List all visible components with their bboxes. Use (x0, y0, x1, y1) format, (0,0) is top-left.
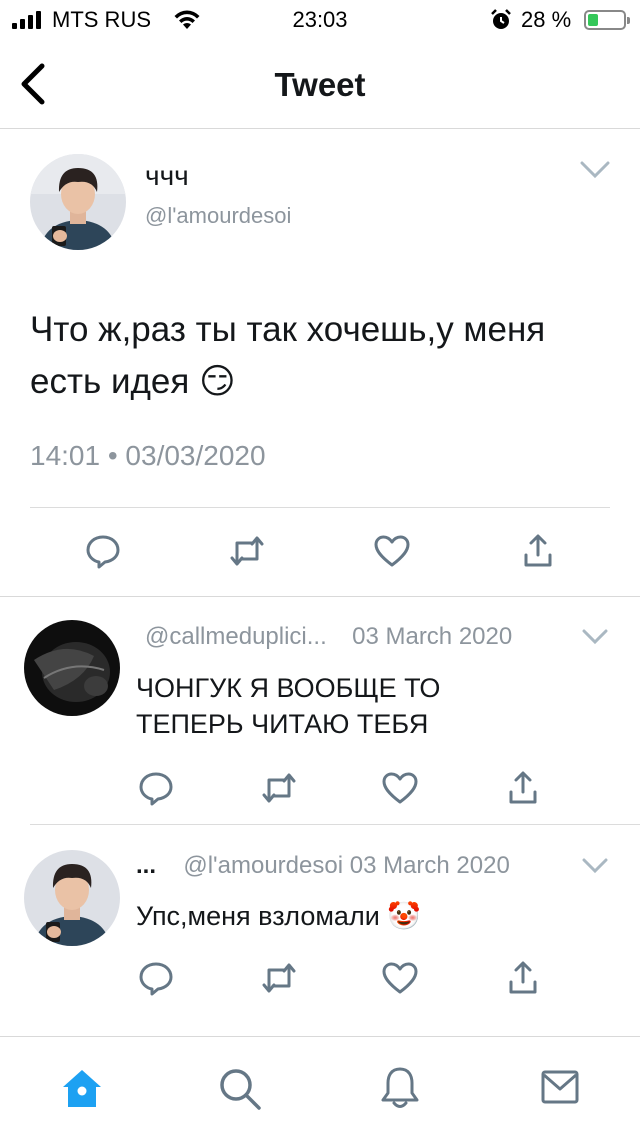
reply-icon[interactable] (85, 533, 121, 569)
like-heart-icon[interactable] (374, 535, 410, 567)
reply-header: ... @l'amourdesoi 03 March 2020 (136, 852, 510, 880)
reply-date: 03 March 2020 (349, 852, 510, 879)
battery-icon (584, 10, 630, 30)
tab-bar (0, 1037, 640, 1136)
navigation-bar: Tweet (0, 40, 640, 129)
messages-envelope-icon[interactable] (541, 1070, 579, 1104)
tweet-timestamp: 14:01 • 03/03/2020 (30, 440, 266, 471)
author-display-name[interactable]: ччч (145, 160, 189, 192)
author-avatar[interactable] (30, 154, 126, 250)
divider (0, 596, 640, 597)
divider (30, 824, 640, 825)
share-icon[interactable] (522, 533, 554, 569)
author-handle[interactable]: @l'amourdesoi (145, 203, 291, 229)
like-heart-icon[interactable] (382, 962, 418, 994)
alarm-icon (491, 9, 511, 29)
share-icon[interactable] (507, 770, 539, 806)
reply-avatar[interactable] (24, 850, 120, 946)
page-title: Tweet (274, 66, 366, 103)
reply-display-name[interactable]: ... (136, 852, 156, 879)
chevron-down-icon[interactable] (580, 160, 610, 180)
reply-text: Упс,меня взломали 🤡 (136, 901, 421, 931)
reply-icon[interactable] (138, 770, 174, 806)
search-icon[interactable] (218, 1067, 262, 1111)
reply-date: 03 March 2020 (352, 623, 513, 650)
notifications-bell-icon[interactable] (380, 1065, 420, 1111)
status-bar: MTS RUS 23:03 28 % (0, 0, 640, 40)
tweet-text: Что ж,раз ты так хочешь,у меня есть идея… (30, 310, 546, 401)
retweet-icon[interactable] (261, 962, 297, 994)
divider (30, 507, 610, 508)
retweet-icon[interactable] (261, 772, 297, 804)
chevron-down-icon[interactable] (582, 857, 608, 875)
reply-text: ЧОНГУК Я ВООБЩЕ ТО ТЕПЕРЬ ЧИТАЮ ТЕБЯ (136, 673, 441, 739)
like-heart-icon[interactable] (382, 772, 418, 804)
reply-handle[interactable]: @l'amourdesoi (183, 852, 343, 879)
reply-icon[interactable] (138, 960, 174, 996)
retweet-icon[interactable] (229, 535, 265, 567)
reply-avatar[interactable] (24, 620, 120, 716)
battery-percentage: 28 % (521, 7, 572, 32)
reply-handle[interactable]: @callmeduplici... (145, 623, 327, 650)
share-icon[interactable] (507, 960, 539, 996)
chevron-down-icon[interactable] (582, 628, 608, 646)
reply-header: @callmeduplici... 03 March 2020 (145, 623, 512, 651)
home-icon[interactable] (60, 1067, 104, 1111)
